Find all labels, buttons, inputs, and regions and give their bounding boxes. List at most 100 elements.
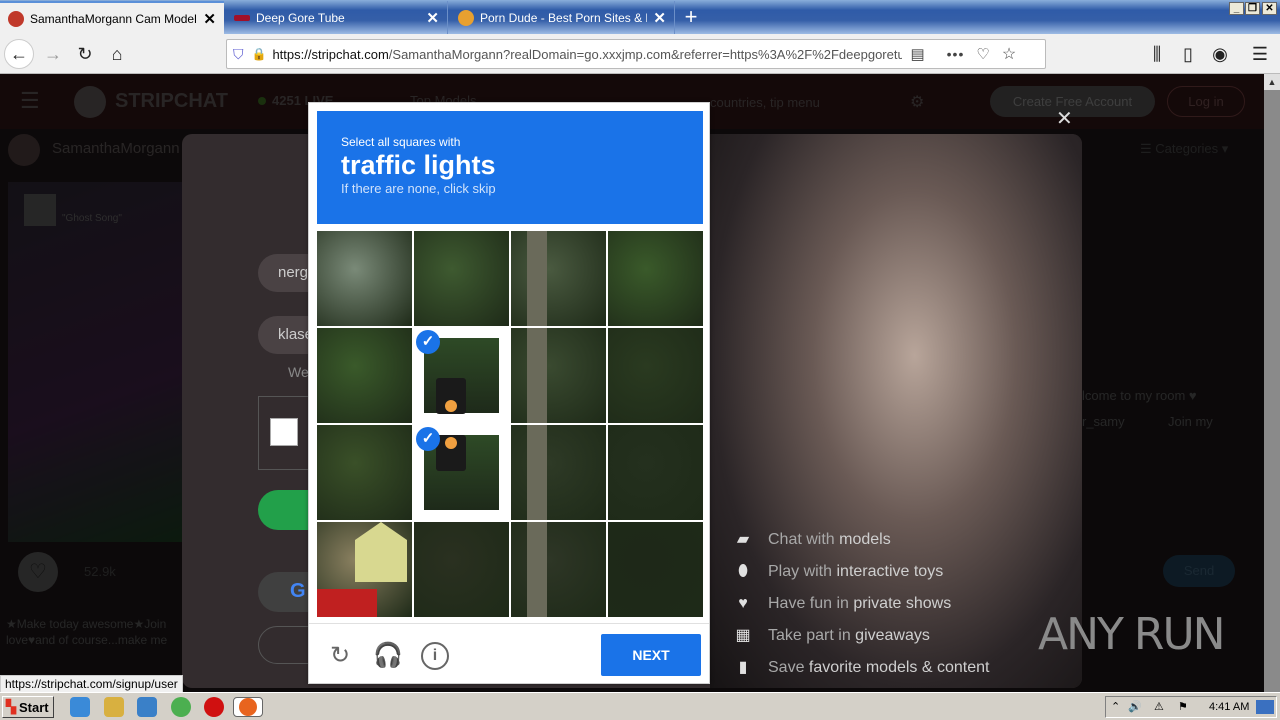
lamp bbox=[445, 400, 457, 412]
media-player-icon[interactable] bbox=[137, 697, 157, 717]
address-bar[interactable]: ⛉ 🔒 https://stripchat.com/SamanthaMorgan… bbox=[226, 39, 1046, 69]
like-button[interactable]: ♡ bbox=[18, 552, 58, 592]
model-avatar[interactable] bbox=[8, 134, 40, 166]
forward-button[interactable]: → bbox=[38, 39, 68, 69]
signup-close-button[interactable]: ✕ bbox=[1056, 106, 1073, 131]
bio-text: ★Make today awesome★Join bbox=[6, 617, 167, 631]
feature-text: Save bbox=[768, 659, 805, 676]
search-input[interactable]: countries, tip menu bbox=[710, 95, 820, 110]
feature-text: Have fun in bbox=[768, 595, 849, 612]
image-tile[interactable] bbox=[608, 231, 703, 326]
recaptcha-checkbox[interactable] bbox=[270, 418, 298, 446]
image-tile[interactable] bbox=[608, 522, 703, 617]
explorer-icon[interactable] bbox=[104, 697, 124, 717]
stripchat-favicon-icon bbox=[8, 10, 24, 27]
image-tile[interactable] bbox=[608, 328, 703, 423]
network-warning-icon[interactable]: ⚠ bbox=[1154, 700, 1164, 713]
image-tile[interactable] bbox=[511, 425, 606, 520]
tab-close-icon[interactable]: ✕ bbox=[653, 9, 666, 27]
feature-save: ▮ Save favorite models & content bbox=[734, 659, 990, 677]
back-button[interactable]: ← bbox=[4, 39, 34, 69]
restore-button[interactable]: ❐ bbox=[1245, 2, 1260, 15]
feature-giveaways: ▦ Take part in giveaways bbox=[734, 627, 930, 645]
account-icon[interactable]: ◉ bbox=[1205, 39, 1235, 69]
tab-porn-dude[interactable]: Porn Dude - Best Porn Sites & Free ✕ bbox=[450, 1, 675, 34]
next-button[interactable]: NEXT bbox=[601, 634, 701, 676]
model-name[interactable]: SamanthaMorgann bbox=[52, 140, 180, 157]
home-button[interactable]: ⌂ bbox=[102, 39, 132, 69]
video-player[interactable] bbox=[8, 182, 183, 542]
feature-text: Play with bbox=[768, 563, 833, 580]
utility-pole bbox=[527, 231, 547, 326]
sidebar-icon[interactable]: ▯ bbox=[1173, 39, 1203, 69]
image-tile[interactable] bbox=[317, 522, 412, 617]
clock[interactable]: 4:41 AM bbox=[1209, 701, 1249, 713]
live-dot-icon bbox=[258, 97, 266, 105]
audio-challenge-icon[interactable]: 🎧 bbox=[373, 642, 403, 670]
feature-text: favorite models & content bbox=[808, 659, 990, 676]
tab-close-icon[interactable]: ✕ bbox=[426, 9, 439, 27]
recaptcha-challenge: Select all squares with traffic lights I… bbox=[308, 102, 710, 684]
action-center-flag-icon[interactable]: ⚑ bbox=[1178, 700, 1188, 713]
categories-dropdown[interactable]: ☰ Categories ▾ bbox=[1140, 141, 1228, 157]
feature-text: Take part in bbox=[768, 627, 851, 644]
ie-icon[interactable] bbox=[70, 697, 90, 717]
library-icon[interactable]: ⫼ bbox=[1142, 39, 1172, 69]
lock-icon[interactable]: 🔒 bbox=[252, 47, 267, 61]
pocket-icon[interactable]: ♡ bbox=[976, 45, 989, 63]
feature-text: giveaways bbox=[855, 627, 930, 644]
url-text[interactable]: https://stripchat.com/SamanthaMorgann?re… bbox=[272, 47, 902, 62]
image-tile[interactable] bbox=[317, 425, 412, 520]
firefox-taskbar-button[interactable] bbox=[233, 697, 263, 717]
opera-icon[interactable] bbox=[204, 697, 224, 717]
image-tile[interactable] bbox=[608, 425, 703, 520]
image-tile-grid: ✓ ✓ bbox=[317, 231, 703, 617]
tab-title: SamanthaMorgann Cam Model: Fr bbox=[30, 11, 198, 26]
tab-close-icon[interactable]: ✕ bbox=[203, 10, 216, 28]
hamburger-menu-icon[interactable]: ☰ bbox=[20, 88, 40, 114]
reader-view-icon[interactable]: ▤ bbox=[910, 45, 924, 63]
close-window-button[interactable]: ✕ bbox=[1262, 2, 1277, 15]
image-tile[interactable] bbox=[511, 328, 606, 423]
minimize-button[interactable]: _ bbox=[1229, 2, 1244, 15]
song-cover bbox=[24, 194, 56, 226]
volume-icon[interactable]: 🔊 bbox=[1128, 700, 1142, 713]
start-button[interactable]: ▚ Start bbox=[2, 696, 54, 718]
reload-challenge-icon[interactable]: ↻ bbox=[326, 642, 354, 670]
show-desktop-icon[interactable] bbox=[1256, 700, 1274, 714]
image-tile[interactable]: ✓ bbox=[414, 328, 509, 423]
bookmark-icon: ▮ bbox=[738, 659, 748, 676]
image-tile[interactable] bbox=[511, 522, 606, 617]
tab-deep-gore-tube[interactable]: Deep Gore Tube ✕ bbox=[226, 1, 448, 34]
image-tile[interactable] bbox=[317, 328, 412, 423]
image-tile[interactable] bbox=[317, 231, 412, 326]
system-tray: ⌃ 🔊 ⚠ ⚑ 4:41 AM bbox=[1105, 696, 1277, 718]
bookmark-star-icon[interactable]: ☆ bbox=[1002, 44, 1016, 64]
login-button[interactable]: Log in bbox=[1167, 86, 1245, 117]
tab-stripchat[interactable]: SamanthaMorgann Cam Model: Fr ✕ bbox=[0, 1, 224, 34]
image-tile[interactable] bbox=[414, 522, 509, 617]
windows-logo-icon: ▚ bbox=[6, 699, 16, 714]
scroll-up-icon[interactable]: ▲ bbox=[1264, 74, 1280, 90]
menu-icon[interactable]: ☰ bbox=[1245, 39, 1275, 69]
url-host: https://stripchat.com bbox=[272, 46, 389, 62]
send-button[interactable]: Send bbox=[1163, 555, 1235, 587]
show-hidden-icons[interactable]: ⌃ bbox=[1111, 700, 1120, 713]
tracking-shield-icon[interactable]: ⛉ bbox=[233, 46, 244, 63]
gift-icon: ▦ bbox=[735, 627, 751, 644]
image-tile[interactable] bbox=[414, 231, 509, 326]
selected-check-icon: ✓ bbox=[416, 427, 440, 451]
reload-button[interactable]: ↻ bbox=[70, 39, 100, 69]
page-actions-icon[interactable]: ••• bbox=[947, 46, 965, 62]
utility-pole bbox=[527, 522, 547, 617]
page-scrollbar[interactable]: ▲ bbox=[1264, 74, 1280, 692]
chrome-icon[interactable] bbox=[171, 697, 191, 717]
site-logo[interactable]: STRIPCHAT bbox=[115, 90, 228, 113]
image-tile[interactable]: ✓ bbox=[414, 425, 509, 520]
navigation-toolbar: ← → ↻ ⌂ ⛉ 🔒 https://stripchat.com/Samant… bbox=[0, 34, 1280, 74]
url-path: /SamanthaMorgann?realDomain=go.xxxjmp.co… bbox=[388, 46, 903, 62]
new-tab-button[interactable]: + bbox=[680, 4, 702, 30]
filter-icon[interactable]: ⚙ bbox=[910, 92, 924, 112]
info-icon[interactable]: i bbox=[421, 642, 449, 670]
image-tile[interactable] bbox=[511, 231, 606, 326]
